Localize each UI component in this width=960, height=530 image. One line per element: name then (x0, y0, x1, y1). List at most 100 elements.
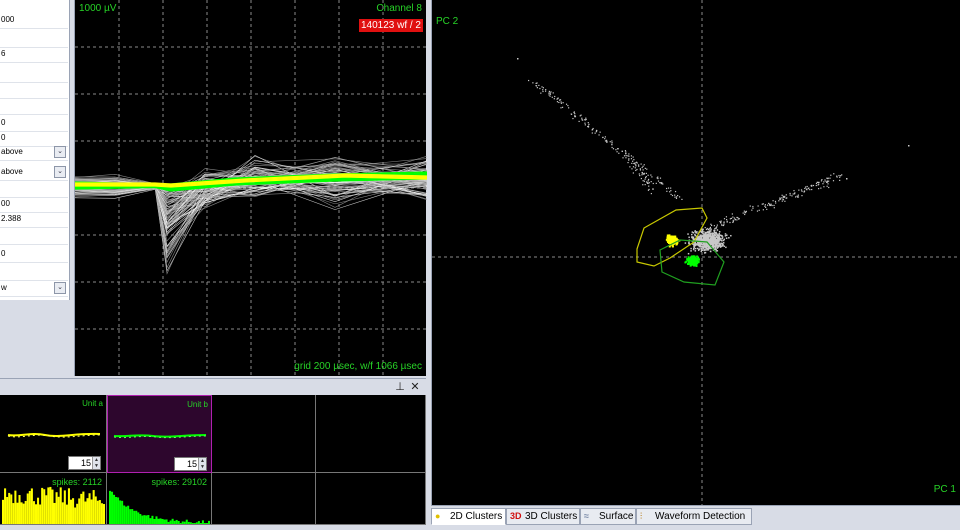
histogram-bar (24, 500, 27, 524)
unsorted-point (752, 205, 754, 208)
unsorted-point (782, 198, 784, 200)
property-row[interactable]: above ⌄ (0, 164, 68, 181)
unsorted-point (655, 182, 657, 184)
unit-b-spinner[interactable]: 15 ▲ ▼ (174, 457, 207, 471)
histogram-bar (82, 491, 85, 524)
histogram-bar (163, 519, 166, 524)
unit-b-point (696, 255, 699, 258)
unsorted-point (719, 237, 721, 240)
unsorted-point (730, 234, 732, 237)
unsorted-point (554, 95, 556, 98)
unsorted-point (631, 168, 633, 170)
unsorted-point (622, 157, 624, 159)
unsorted-point (828, 186, 830, 189)
unit-a-spinner[interactable]: 15 ▲ ▼ (68, 456, 101, 470)
unsorted-point (797, 194, 799, 196)
unsorted-point (793, 190, 795, 192)
cluster-view[interactable]: PC 2 PC 1 (431, 0, 960, 505)
unsorted-point (647, 180, 649, 182)
property-row[interactable]: 000 (0, 12, 68, 29)
waveform-view[interactable]: 1000 µV Channel 8 140123 wf / 2 grid 200… (74, 0, 427, 376)
unsorted-point (803, 190, 806, 192)
property-value: above (1, 167, 23, 176)
unsorted-point (642, 169, 644, 171)
unsorted-point (720, 239, 723, 242)
unsorted-point (828, 180, 830, 182)
spinner-arrows-icon[interactable]: ▲ ▼ (92, 457, 100, 469)
spinner-arrows-icon[interactable]: ▲ ▼ (198, 458, 206, 470)
unsorted-point (766, 204, 769, 206)
unsorted-point (743, 210, 745, 212)
histogram-bar (86, 498, 89, 524)
property-row[interactable] (0, 82, 68, 99)
unsorted-point (678, 196, 681, 198)
unit-a-waveform[interactable]: Unit a 15 ▲ ▼ (0, 395, 107, 473)
unit-b-point (689, 259, 692, 262)
property-row[interactable]: above ⌄ (0, 144, 68, 161)
unsorted-point (731, 213, 733, 215)
unsorted-point (827, 183, 829, 185)
histogram-bar (100, 503, 103, 524)
tab-3d-clusters[interactable]: 3D 3D Clusters (506, 508, 580, 525)
tab-2d-clusters[interactable]: ● 2D Clusters (431, 508, 506, 525)
unsorted-point (801, 190, 803, 192)
unsorted-point (698, 243, 701, 245)
unsorted-point (785, 194, 787, 196)
histogram-bar (63, 490, 66, 524)
dropdown-arrow-icon[interactable]: ⌄ (54, 146, 66, 158)
tab-surface[interactable]: ≈ Surface (580, 508, 636, 525)
unsorted-point (744, 212, 746, 214)
unsorted-point (582, 119, 584, 121)
unit-a-mean-waveform (7, 432, 101, 437)
property-row[interactable]: 6 (0, 46, 68, 63)
unsorted-point (700, 247, 702, 250)
dropdown-arrow-icon[interactable]: ⌄ (54, 282, 66, 294)
unsorted-point (732, 220, 734, 223)
unsorted-point (644, 167, 646, 169)
histogram-bar (98, 500, 101, 524)
unsorted-point (651, 176, 653, 178)
histogram-bar (78, 498, 81, 524)
unit-b-point (692, 256, 695, 259)
unsorted-point (815, 184, 817, 187)
unsorted-point (706, 239, 709, 241)
unsorted-point (560, 101, 562, 103)
histogram-bar (55, 492, 58, 524)
grid-label: grid 200 µsec, w/f 1066 µsec (294, 361, 422, 372)
unsorted-point (710, 240, 713, 243)
property-row[interactable]: w ⌄ (0, 280, 68, 297)
unsorted-point (553, 98, 555, 100)
unsorted-point (725, 218, 728, 221)
property-row[interactable] (0, 228, 68, 245)
unsorted-point (642, 184, 644, 186)
unsorted-point (714, 227, 716, 230)
property-row[interactable]: 2.388 (0, 211, 68, 228)
empty-unit-cell (316, 473, 426, 525)
histogram-bar (191, 523, 194, 524)
unit-b-waveform[interactable]: Unit b 15 ▲ ▼ (107, 395, 212, 473)
unsorted-point (715, 250, 718, 252)
unsorted-point (786, 197, 788, 199)
tab-waveform-detection[interactable]: ⫶ Waveform Detection (636, 508, 752, 525)
unsorted-point (611, 146, 613, 149)
unsorted-point (560, 102, 562, 104)
property-row[interactable] (0, 264, 68, 281)
histogram-bar (14, 490, 17, 524)
dropdown-arrow-icon[interactable]: ⌄ (54, 166, 66, 178)
unsorted-point (717, 234, 720, 236)
unsorted-point (571, 113, 573, 115)
property-row[interactable] (0, 98, 68, 115)
unsorted-point (784, 200, 786, 202)
unsorted-point (716, 229, 719, 231)
unsorted-point (745, 210, 747, 212)
property-row[interactable] (0, 66, 68, 83)
unsorted-point (650, 174, 652, 176)
pin-icon[interactable]: ⊥ (394, 379, 406, 395)
close-icon[interactable]: ✕ (409, 379, 421, 395)
histogram-bar (189, 522, 192, 524)
unsorted-point (714, 234, 717, 236)
property-row[interactable]: 0 (0, 246, 68, 263)
histogram-bar (111, 491, 114, 524)
histogram-bar (205, 523, 208, 524)
unsorted-point (558, 101, 560, 104)
